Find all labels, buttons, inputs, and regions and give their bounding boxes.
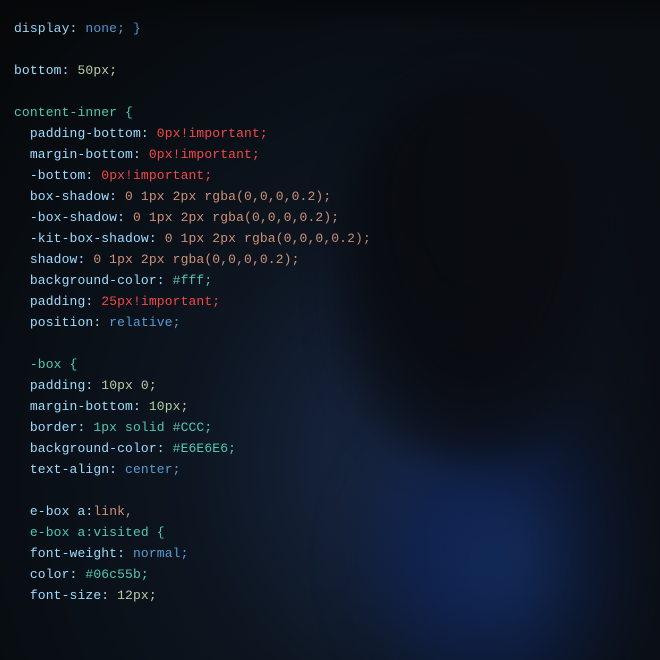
code-line: -box-shadow: 0 1px 2px rgba(0,0,0,0.2); bbox=[14, 207, 660, 228]
code-line: color: #06c55b; bbox=[14, 564, 660, 585]
code-line bbox=[14, 81, 660, 102]
code-line: background-color: #fff; bbox=[14, 270, 660, 291]
code-line: -bottom: 0px!important; bbox=[14, 165, 660, 186]
code-line: bottom: 50px; bbox=[14, 60, 660, 81]
code-display: display: none; } bottom: 50px; content-i… bbox=[0, 0, 660, 660]
code-line: content-inner { bbox=[14, 102, 660, 123]
code-line: padding: 10px 0; bbox=[14, 375, 660, 396]
code-line: background-color: #E6E6E6; bbox=[14, 438, 660, 459]
code-line: font-weight: normal; bbox=[14, 543, 660, 564]
code-line: e-box a:visited { bbox=[14, 522, 660, 543]
code-line bbox=[14, 39, 660, 60]
code-editor-screen: display: none; } bottom: 50px; content-i… bbox=[0, 0, 660, 660]
code-line: -kit-box-shadow: 0 1px 2px rgba(0,0,0,0.… bbox=[14, 228, 660, 249]
code-line: display: none; } bbox=[14, 18, 660, 39]
code-line bbox=[14, 333, 660, 354]
code-line: box-shadow: 0 1px 2px rgba(0,0,0,0.2); bbox=[14, 186, 660, 207]
code-line: padding-bottom: 0px!important; bbox=[14, 123, 660, 144]
code-line bbox=[14, 480, 660, 501]
code-line: margin-bottom: 10px; bbox=[14, 396, 660, 417]
code-line: border: 1px solid #CCC; bbox=[14, 417, 660, 438]
code-line: position: relative; bbox=[14, 312, 660, 333]
code-line: margin-bottom: 0px!important; bbox=[14, 144, 660, 165]
code-line: shadow: 0 1px 2px rgba(0,0,0,0.2); bbox=[14, 249, 660, 270]
code-line: font-size: 12px; bbox=[14, 585, 660, 606]
code-line: padding: 25px!important; bbox=[14, 291, 660, 312]
code-line: e-box a:link, bbox=[14, 501, 660, 522]
code-line: -box { bbox=[14, 354, 660, 375]
code-line: text-align: center; bbox=[14, 459, 660, 480]
